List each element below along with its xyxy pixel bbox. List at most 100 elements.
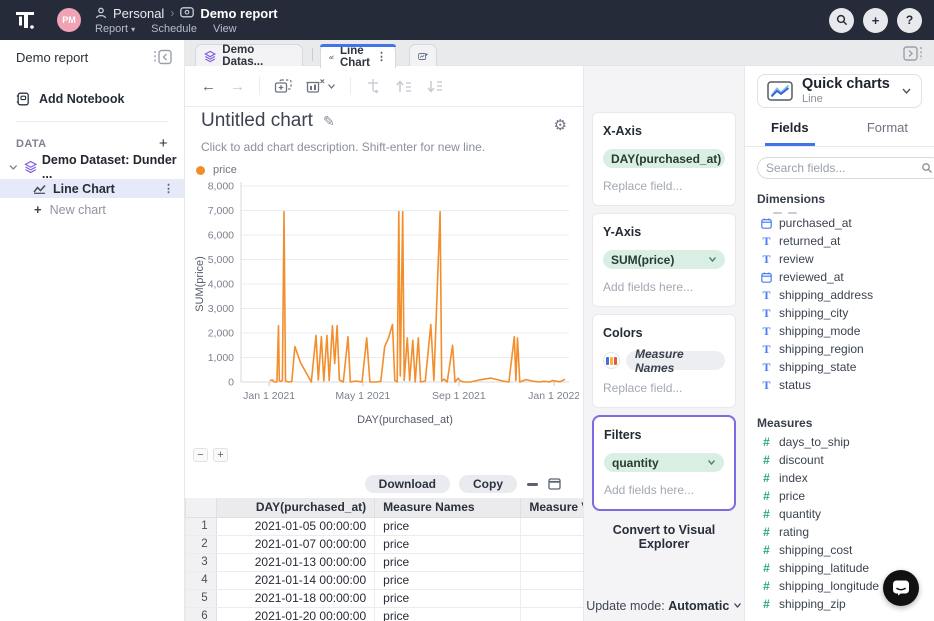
field-item-status[interactable]: Tstatus bbox=[745, 376, 934, 394]
plus-icon: + bbox=[872, 13, 880, 28]
x-axis-field-pill[interactable]: DAY(purchased_at) bbox=[603, 149, 725, 168]
column-header-date[interactable]: DAY(purchased_at) bbox=[216, 498, 374, 517]
avatar[interactable]: PM bbox=[57, 8, 81, 32]
table-row: 42021-01-14 00:00:00price bbox=[186, 571, 584, 589]
add-button[interactable]: + bbox=[863, 8, 888, 33]
update-mode-control[interactable]: Update mode: Automatic bbox=[584, 599, 744, 613]
menu-schedule[interactable]: Schedule bbox=[151, 23, 197, 35]
tab-demo-dataset[interactable]: Demo Datas... bbox=[195, 44, 303, 67]
text-type-icon: T bbox=[761, 234, 772, 249]
field-item-shipping-mode[interactable]: Tshipping_mode bbox=[745, 322, 934, 340]
move-down-button[interactable] bbox=[426, 79, 443, 94]
field-item-shipping-state[interactable]: Tshipping_state bbox=[745, 358, 934, 376]
field-item-quantity[interactable]: #quantity bbox=[745, 505, 934, 523]
move-cell-button[interactable] bbox=[365, 78, 381, 94]
tab-fields[interactable]: Fields bbox=[771, 120, 809, 146]
field-item-review[interactable]: Treview bbox=[745, 250, 934, 268]
tab-line-chart[interactable]: Line Chart ⋮ bbox=[320, 44, 396, 68]
filters-add-fields[interactable]: Add fields here... bbox=[604, 483, 724, 497]
collapse-results-icon[interactable] bbox=[526, 478, 539, 490]
quick-chart-line-icon bbox=[767, 81, 793, 101]
number-type-icon: # bbox=[761, 453, 772, 467]
delete-chart-button[interactable] bbox=[306, 78, 336, 94]
open-window-icon[interactable] bbox=[548, 478, 561, 490]
y-axis-field-pill[interactable]: SUM(price) bbox=[603, 250, 725, 269]
menu-report[interactable]: Report ▾ bbox=[95, 23, 135, 35]
field-item-shipping-city[interactable]: Tshipping_city bbox=[745, 304, 934, 322]
back-button[interactable]: ← bbox=[201, 78, 216, 95]
chart-title[interactable]: Untitled chart bbox=[201, 110, 313, 132]
dataset-icon bbox=[24, 160, 37, 174]
search-fields-input[interactable] bbox=[766, 161, 921, 175]
chart-legend[interactable]: price bbox=[196, 164, 237, 176]
caret-down-icon: ▾ bbox=[131, 25, 135, 34]
sidebar-item-line-chart[interactable]: Line Chart ⋮ bbox=[0, 179, 184, 198]
field-item-days-to-ship[interactable]: #days_to_ship bbox=[745, 433, 934, 451]
colors-replace-field[interactable]: Replace field... bbox=[603, 381, 725, 395]
y-axis-add-fields[interactable]: Add fields here... bbox=[603, 280, 725, 294]
table-row: 12021-01-05 00:00:00price bbox=[186, 517, 584, 535]
menu-view[interactable]: View bbox=[213, 23, 237, 35]
sidebar-item-dataset[interactable]: Demo Dataset: Dunder ... bbox=[0, 157, 184, 176]
new-tab-button[interactable] bbox=[409, 44, 437, 67]
move-icon bbox=[365, 78, 381, 94]
search-button[interactable] bbox=[829, 8, 854, 33]
workspace-name[interactable]: Personal bbox=[113, 6, 164, 21]
zoom-out-button[interactable]: − bbox=[193, 448, 208, 462]
duplicate-cell-button[interactable] bbox=[274, 78, 292, 94]
field-item-purchased-at[interactable]: purchased_at bbox=[745, 214, 934, 232]
x-axis-replace-field[interactable]: Replace field... bbox=[603, 179, 725, 193]
expand-panel-icon[interactable] bbox=[902, 46, 924, 61]
chat-widget-button[interactable] bbox=[883, 570, 919, 606]
filters-field-pill[interactable]: quantity bbox=[604, 453, 724, 472]
colors-field-pill[interactable]: Measure Names bbox=[626, 351, 725, 370]
download-button[interactable]: Download bbox=[365, 475, 450, 493]
field-item-index[interactable]: #index bbox=[745, 469, 934, 487]
field-item-rating[interactable]: #rating bbox=[745, 523, 934, 541]
zoom-in-button[interactable]: + bbox=[213, 448, 228, 462]
data-section-header: DATA bbox=[16, 138, 47, 150]
divider bbox=[259, 77, 260, 95]
field-item-shipping-region[interactable]: Tshipping_region bbox=[745, 340, 934, 358]
report-icon bbox=[180, 7, 194, 19]
line-chart[interactable]: 01,0002,0003,0004,0005,0006,0007,0008,00… bbox=[191, 178, 579, 440]
chart-settings-gear-icon[interactable]: ⚙ bbox=[554, 116, 567, 134]
chart-description-placeholder[interactable]: Click to add chart description. Shift-en… bbox=[201, 140, 485, 154]
forward-button[interactable]: → bbox=[230, 78, 245, 95]
table-row: 32021-01-13 00:00:00price bbox=[186, 553, 584, 571]
sidebar-item-new-chart[interactable]: + New chart bbox=[0, 200, 184, 219]
add-notebook-button[interactable]: Add Notebook bbox=[16, 92, 168, 106]
field-item-discount[interactable]: #discount bbox=[745, 451, 934, 469]
app-logo-icon[interactable] bbox=[13, 7, 39, 33]
collapse-sidebar-icon[interactable] bbox=[152, 49, 172, 65]
field-item-shipping-address[interactable]: Tshipping_address bbox=[745, 286, 934, 304]
convert-to-visual-explorer-button[interactable]: Convert to Visual Explorer bbox=[592, 523, 736, 551]
table-row: 62021-01-20 00:00:00price bbox=[186, 607, 584, 621]
text-type-icon: T bbox=[761, 288, 772, 303]
move-up-button[interactable] bbox=[395, 79, 412, 94]
arrow-down-lines-icon bbox=[426, 79, 443, 94]
copy-button[interactable]: Copy bbox=[459, 475, 517, 493]
field-item-shipping-cost[interactable]: #shipping_cost bbox=[745, 541, 934, 559]
field-item-reviewed-at[interactable]: reviewed_at bbox=[745, 268, 934, 286]
search-fields-box[interactable] bbox=[757, 157, 934, 179]
tab-format[interactable]: Format bbox=[867, 120, 908, 146]
tab-kebab-icon[interactable]: ⋮ bbox=[376, 50, 387, 63]
y-axis-title: Y-Axis bbox=[603, 225, 725, 239]
column-header-names[interactable]: Measure Names bbox=[375, 498, 521, 517]
table-row: 22021-01-07 00:00:00price bbox=[186, 535, 584, 553]
add-data-button[interactable]: + bbox=[159, 135, 168, 152]
field-item-price[interactable]: #price bbox=[745, 487, 934, 505]
svg-text:Jan 1 2021: Jan 1 2021 bbox=[243, 390, 295, 402]
svg-text:0: 0 bbox=[228, 377, 234, 389]
quick-charts-selector[interactable]: Quick charts Line bbox=[757, 74, 922, 108]
chevron-down-icon[interactable] bbox=[8, 163, 19, 171]
svg-text:Jan 1 2022: Jan 1 2022 bbox=[528, 390, 579, 402]
chevron-down-icon bbox=[327, 83, 336, 90]
table-row: 52021-01-18 00:00:00price bbox=[186, 589, 584, 607]
help-button[interactable]: ? bbox=[897, 8, 922, 33]
field-item-returned-at[interactable]: Treturned_at bbox=[745, 232, 934, 250]
column-header-values[interactable]: Measure Values bbox=[521, 498, 583, 517]
edit-pencil-icon[interactable]: ✎ bbox=[323, 113, 335, 130]
kebab-menu-icon[interactable]: ⋮ bbox=[163, 182, 174, 195]
